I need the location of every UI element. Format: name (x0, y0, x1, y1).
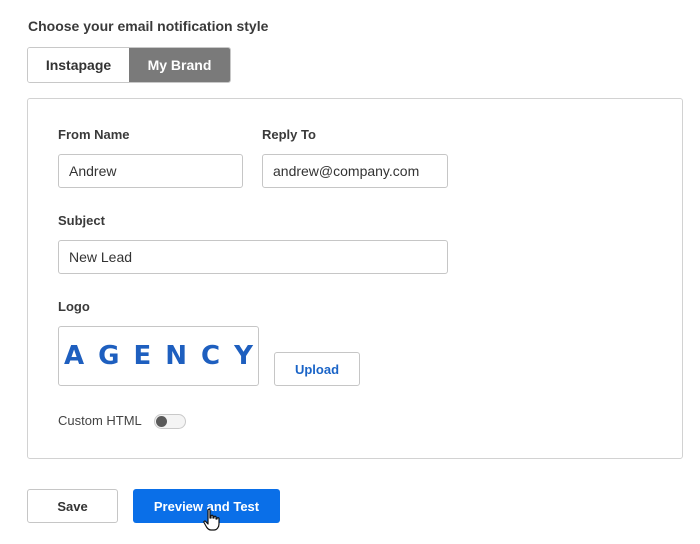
logo-label: Logo (58, 299, 90, 314)
tab-my-brand[interactable]: My Brand (129, 48, 230, 82)
subject-label: Subject (58, 213, 105, 228)
from-name-label: From Name (58, 127, 130, 142)
reply-to-label: Reply To (262, 127, 316, 142)
toggle-knob (156, 416, 167, 427)
reply-to-field[interactable]: andrew@company.com (262, 154, 448, 188)
brand-settings-panel (27, 98, 683, 459)
agency-logo-image: AGENCY (64, 341, 259, 371)
save-button[interactable]: Save (27, 489, 118, 523)
page-heading: Choose your email notification style (28, 18, 269, 34)
upload-button[interactable]: Upload (274, 352, 360, 386)
custom-html-toggle[interactable] (154, 414, 186, 429)
notification-settings-page: Choose your email notification style Ins… (0, 0, 700, 544)
logo-preview: AGENCY (58, 326, 259, 386)
tab-instapage[interactable]: Instapage (28, 48, 129, 82)
from-name-field[interactable]: Andrew (58, 154, 243, 188)
subject-field[interactable]: New Lead (58, 240, 448, 274)
style-toggle-group: Instapage My Brand (27, 47, 231, 83)
custom-html-label: Custom HTML (58, 413, 142, 428)
hand-pointer-icon (203, 508, 220, 531)
